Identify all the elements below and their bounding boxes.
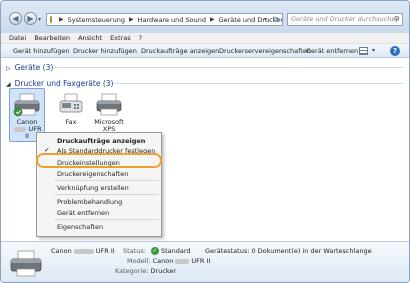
group-devices[interactable]: ▷ Geräte (3)	[6, 63, 53, 72]
remove-device-button[interactable]: Gerät entfernen	[306, 47, 358, 55]
details-status: Status: ✓ Standard	[123, 247, 191, 255]
breadcrumb-hardware-sound[interactable]: Hardware und Sound	[138, 16, 206, 24]
highlight-ring	[36, 153, 162, 168]
address-dropdown-icon[interactable]: ▾	[264, 16, 267, 23]
search-input[interactable]: Geräte und Drucker durchsuchen ⚲	[287, 13, 403, 26]
breadcrumb-separator-icon[interactable]: ▶	[59, 16, 64, 23]
model-key: Modell:	[127, 257, 151, 265]
redacted-model-icon	[73, 248, 94, 254]
print-server-properties-button[interactable]: Druckerservereigenschaften	[219, 47, 311, 55]
model-value-b: UFR II	[191, 257, 211, 265]
collapse-arrow-icon[interactable]: ◢	[6, 81, 11, 88]
category-value: Drucker	[150, 267, 177, 275]
default-check-icon: ✓	[150, 247, 159, 255]
menu-item-properties[interactable]: Eigenschaften	[57, 223, 103, 231]
details-pane: Canon UFR II Status: ✓ Standard Gerätestat…	[1, 241, 409, 282]
recent-pages-dropdown-icon[interactable]: ▾	[38, 16, 41, 23]
menu-view[interactable]: Ansicht	[78, 34, 102, 42]
group-divider	[113, 83, 403, 84]
status-key: Status:	[123, 247, 146, 255]
redacted-model-icon	[175, 258, 190, 264]
expand-arrow-icon[interactable]: ▷	[6, 65, 11, 72]
search-icon[interactable]: ⚲	[394, 14, 399, 25]
group-devices-label: Geräte (3)	[14, 63, 54, 72]
menu-file[interactable]: Datei	[9, 34, 26, 42]
address-bar[interactable]: ▶ Systemsteuerung ▶ Hardware und Sound ▶…	[46, 13, 283, 26]
forward-button[interactable]: ▶	[24, 12, 37, 25]
breadcrumb-separator-icon[interactable]: ▶	[210, 16, 215, 23]
menu-separator	[55, 194, 159, 195]
model-value-a: Canon	[152, 257, 174, 265]
command-bar: Gerät hinzufügen Drucker hinzufügen Druc…	[1, 44, 409, 58]
details-device-status: Gerätestatus: 0 Dokument(e) in der Warte…	[205, 247, 372, 255]
menu-separator	[55, 219, 159, 220]
menu-bar: Datei Bearbeiten Ansicht Extras ?	[1, 33, 409, 44]
search-placeholder: Geräte und Drucker durchsuchen	[291, 15, 400, 23]
group-printers[interactable]: ◢ Drucker und Faxgeräte (3)	[6, 79, 113, 88]
details-name-b: UFR II	[95, 247, 115, 255]
menu-item-printer-properties[interactable]: Druckereigenschaften	[57, 170, 128, 178]
explorer-window: ◀ ▶ ▾ ▶ Systemsteuerung ▶ Hardware und S…	[0, 0, 410, 283]
group-divider	[53, 67, 403, 68]
folder-icon	[50, 16, 52, 23]
breadcrumb-separator-icon[interactable]: ▶	[129, 16, 134, 23]
menu-edit[interactable]: Bearbeiten	[34, 34, 70, 42]
context-menu: Druckaufträge anzeigen ✓ Als Standarddru…	[36, 132, 162, 237]
printer-icon	[96, 93, 122, 116]
menu-tools[interactable]: Extras	[110, 34, 131, 42]
redacted-model-icon	[14, 126, 27, 132]
change-view-icon[interactable]	[359, 47, 368, 55]
add-printer-button[interactable]: Drucker hinzufügen	[73, 47, 137, 55]
details-model: Modell: Canon UFR II	[123, 257, 210, 265]
details-device-name: Canon UFR II	[51, 247, 115, 255]
printer-icon	[13, 93, 40, 117]
menu-item-troubleshoot[interactable]: Problembehandlung	[57, 198, 122, 206]
details-name-a: Canon	[51, 247, 72, 255]
view-dropdown-icon[interactable]: ▾	[372, 47, 375, 54]
add-device-button[interactable]: Gerät hinzufügen	[13, 47, 70, 55]
printer-icon	[10, 250, 42, 277]
address-row: ◀ ▶ ▾ ▶ Systemsteuerung ▶ Hardware und S…	[1, 1, 409, 33]
menu-item-create-shortcut[interactable]: Verknüpfung erstellen	[57, 184, 129, 192]
group-printers-label: Drucker und Faxgeräte (3)	[14, 79, 114, 88]
back-button[interactable]: ◀	[9, 12, 22, 25]
printer-fax-label: Fax	[65, 118, 77, 126]
status-value: Standard	[160, 247, 191, 255]
menu-separator	[55, 180, 159, 181]
category-key: Kategorie:	[115, 267, 149, 275]
menu-item-see-print-jobs[interactable]: Druckaufträge anzeigen	[57, 137, 145, 145]
see-print-jobs-button[interactable]: Druckaufträge anzeigen	[141, 47, 219, 55]
refresh-icon[interactable]: ⟳	[273, 15, 280, 24]
details-category: Kategorie: Drucker	[115, 267, 176, 275]
menu-item-remove-device[interactable]: Gerät entfernen	[57, 209, 109, 217]
menu-help[interactable]: ?	[139, 34, 142, 42]
fax-icon	[59, 93, 83, 113]
breadcrumb-control-panel[interactable]: Systemsteuerung	[68, 16, 125, 24]
help-icon[interactable]: ?	[390, 46, 400, 56]
